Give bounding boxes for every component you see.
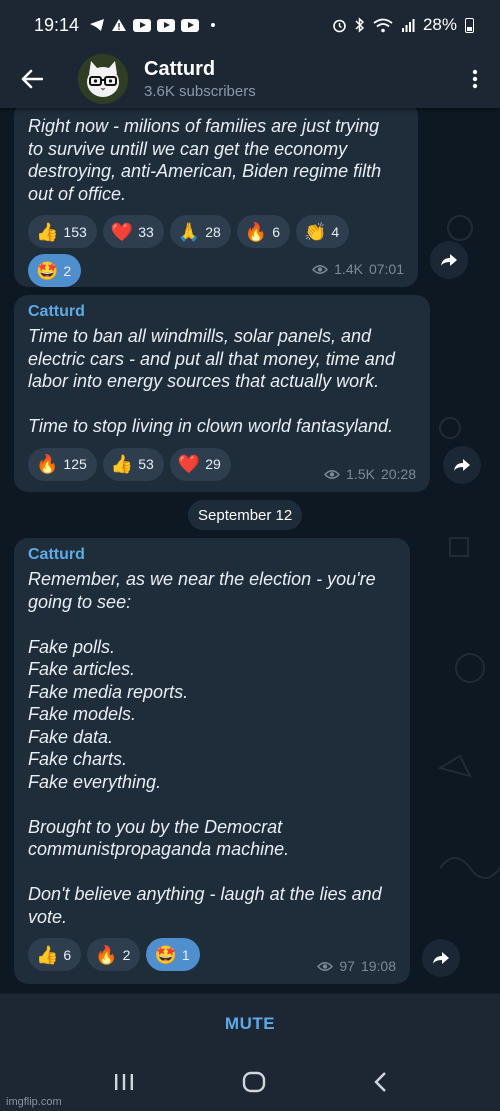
back-arrow-icon — [21, 69, 43, 89]
view-count: 1.4K — [334, 261, 363, 277]
message-text: Right now - milions of families are just… — [28, 116, 382, 204]
message-time: 19:08 — [360, 958, 396, 974]
bluetooth-icon — [355, 17, 365, 33]
battery-percent: 28% — [422, 15, 457, 34]
fire-icon: 🔥 — [244, 221, 268, 242]
reaction-count: 6 — [272, 223, 280, 240]
reaction-count: 6 — [63, 946, 72, 963]
reaction-chip[interactable]: 👍 53 — [102, 447, 164, 481]
heart-icon: ❤️ — [110, 221, 134, 242]
reaction-chip[interactable]: 🔥 2 — [87, 938, 141, 971]
telegram-icon — [90, 19, 105, 31]
nav-back-icon[interactable] — [373, 1072, 387, 1092]
fire-icon: 🔥 — [36, 454, 59, 474]
channel-title: Catturd — [144, 58, 216, 80]
notification-icons — [89, 18, 216, 32]
star-struck-icon: 🤩 — [154, 944, 177, 965]
system-icons: 28% — [332, 15, 474, 35]
view-count: 1.5K — [346, 466, 375, 482]
reaction-count: 33 — [138, 223, 154, 240]
reaction-chip[interactable]: 🙏 28 — [169, 215, 231, 248]
share-icon — [433, 952, 449, 964]
reaction-count: 1 — [181, 946, 190, 963]
reaction-chip[interactable]: ❤️ 33 — [102, 215, 164, 248]
share-button[interactable] — [422, 939, 460, 977]
alarm-icon — [333, 19, 346, 32]
home-icon[interactable] — [242, 1071, 266, 1093]
heart-icon: ❤️ — [177, 454, 201, 474]
youtube-icon — [157, 18, 176, 32]
thumbs-up-icon: 👍 — [36, 221, 59, 242]
thumbs-up-icon: 👍 — [36, 944, 59, 965]
reaction-chip[interactable]: 👍 153 — [28, 215, 97, 248]
share-icon — [441, 254, 457, 266]
reaction-count: 2 — [122, 946, 131, 963]
youtube-icon — [133, 18, 152, 32]
watermark: imgflip.com — [6, 1096, 62, 1108]
message-time: 20:28 — [380, 466, 416, 482]
message-time: 07:01 — [368, 261, 404, 277]
reaction-count: 28 — [205, 223, 221, 240]
dot-icon — [211, 23, 216, 27]
share-button[interactable] — [430, 241, 468, 279]
message-meta: 1.5K 20:28 — [324, 466, 416, 482]
reaction-count: 153 — [63, 223, 87, 240]
eye-icon — [312, 264, 329, 274]
back-button[interactable] — [0, 50, 64, 108]
sender-name: Catturd — [28, 303, 85, 320]
message-bubble[interactable]: Catturd Time to ban all windmills, solar… — [14, 295, 430, 492]
message-meta: 97 19:08 — [317, 958, 396, 974]
message-bubble[interactable]: Catturd Remember, as we near the electio… — [14, 538, 410, 984]
reaction-chip[interactable]: 🔥 125 — [28, 447, 97, 481]
reaction-chip[interactable]: ❤️ 29 — [169, 447, 231, 481]
mute-button[interactable]: MUTE — [0, 993, 500, 1053]
chat-area[interactable]: Right now - milions of families are just… — [0, 108, 500, 993]
reaction-count: 53 — [138, 456, 154, 472]
status-time: 19:14 — [34, 14, 80, 35]
reaction-count: 125 — [63, 456, 87, 472]
chat-header: Catturd 3.6K subscribers — [0, 50, 500, 108]
reaction-count: 29 — [205, 456, 221, 472]
message-meta: 1.4K 07:01 — [312, 261, 404, 277]
message-bubble[interactable]: Right now - milions of families are just… — [14, 108, 418, 287]
fire-icon: 🔥 — [95, 944, 118, 965]
reaction-chip[interactable]: 🔥 6 — [236, 215, 290, 248]
signal-icon — [401, 19, 415, 32]
more-button[interactable] — [450, 50, 500, 108]
share-icon — [454, 459, 470, 471]
star-struck-icon: 🤩 — [36, 260, 59, 281]
reaction-chip-selected[interactable]: 🤩 2 — [28, 254, 82, 287]
eye-icon — [317, 961, 334, 971]
more-vert-icon — [472, 69, 478, 89]
date-separator: September 12 — [188, 500, 303, 530]
reaction-chip[interactable]: 👏 4 — [296, 215, 350, 248]
mute-label: MUTE — [224, 1013, 276, 1033]
reaction-count: 2 — [63, 262, 72, 279]
share-button[interactable] — [443, 446, 481, 484]
cat-avatar-icon — [78, 54, 128, 104]
eye-icon — [324, 469, 341, 479]
channel-avatar[interactable] — [78, 54, 128, 104]
clap-icon: 👏 — [304, 221, 327, 242]
message-text: Time to ban all windmills, solar panels,… — [28, 326, 395, 436]
view-count: 97 — [339, 958, 355, 974]
channel-title-block[interactable]: Catturd 3.6K subscribers — [144, 58, 256, 100]
battery-icon — [465, 17, 474, 33]
reaction-chip[interactable]: 👍 6 — [28, 938, 82, 971]
warning-icon — [112, 19, 127, 31]
thumbs-up-icon: 👍 — [110, 454, 134, 474]
status-bar: 19:14 28% — [0, 0, 500, 50]
youtube-icon — [181, 18, 200, 32]
channel-subtitle: 3.6K subscribers — [144, 83, 256, 100]
reaction-chip-selected[interactable]: 🤩 1 — [146, 938, 200, 971]
system-nav-bar — [0, 1053, 500, 1111]
message-text: Remember, as we near the election - you'… — [28, 569, 382, 927]
pray-icon: 🙏 — [177, 221, 201, 242]
sender-name: Catturd — [28, 546, 85, 563]
wifi-icon — [373, 18, 393, 32]
recent-apps-icon[interactable] — [113, 1073, 135, 1091]
reaction-count: 4 — [331, 223, 340, 240]
